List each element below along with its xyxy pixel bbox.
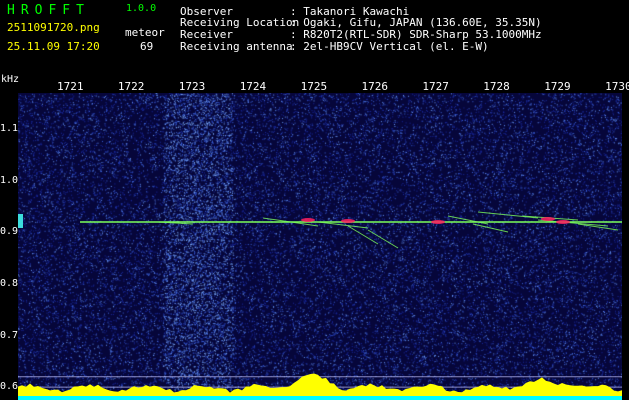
spectrogram [18, 93, 622, 400]
x-tick-label: 1726 [361, 80, 389, 93]
info-value-antenna: : 2el-HB9CV Vertical (el. E-W) [290, 40, 489, 53]
meteor-hotspot [541, 216, 555, 221]
meteor-hotspot [431, 219, 445, 224]
info-value-location: : Ogaki, Gifu, JAPAN (136.60E, 35.35N) [290, 16, 542, 29]
baseline-strip [18, 396, 622, 400]
capture-datetime: 25.11.09 17:20 [7, 40, 100, 53]
meteor-echo [367, 229, 399, 249]
y-tick-label: 0.6 [0, 381, 19, 393]
x-tick-label: 1729 [544, 80, 571, 93]
x-tick-label: 1727 [422, 80, 449, 93]
carrier-left-marker [18, 213, 23, 228]
info-label-antenna: Receiving antenna [180, 40, 293, 53]
y-tick-label: 0.9 [0, 226, 19, 238]
y-axis-unit: kHz [1, 74, 20, 85]
x-tick-label: 1728 [483, 80, 510, 93]
app-version: 1.0.0 [126, 3, 157, 14]
meteor-hotspot [301, 217, 315, 222]
x-tick-label: 1730 [605, 80, 629, 93]
meteor-hotspot [556, 219, 570, 224]
meteor-echo [317, 221, 369, 229]
info-label-location: Receiving Location [180, 16, 300, 29]
y-tick-label: 1.0 [0, 174, 19, 186]
y-tick-label: 0.7 [0, 329, 19, 341]
capture-filename: 2511091720.png [7, 21, 100, 34]
spectrogram-overlay [18, 211, 622, 400]
y-tick-label: 1.1 [0, 123, 19, 135]
meteor-echo [347, 225, 379, 245]
info-value-receiver: : R820T2(RTL-SDR) SDR-Sharp 53.1000MHz [290, 28, 542, 41]
info-label-receiver: Receiver [180, 28, 233, 41]
x-tick-label: 1724 [239, 80, 267, 93]
app-logo: HROFFT [7, 3, 90, 18]
meteor-echo [447, 215, 489, 225]
x-tick-label: 1722 [117, 80, 145, 93]
y-tick-label: 0.8 [0, 277, 19, 289]
meteor-hotspot [341, 218, 355, 223]
meteor-count-label: meteor [125, 26, 165, 39]
x-tick-label: 1721 [57, 80, 84, 93]
x-tick-label: 1723 [178, 80, 206, 93]
meteor-echo [472, 223, 509, 233]
x-tick-label: 1725 [300, 80, 328, 93]
meteor-count-value: 69 [140, 40, 154, 53]
meteor-echo [477, 211, 539, 219]
